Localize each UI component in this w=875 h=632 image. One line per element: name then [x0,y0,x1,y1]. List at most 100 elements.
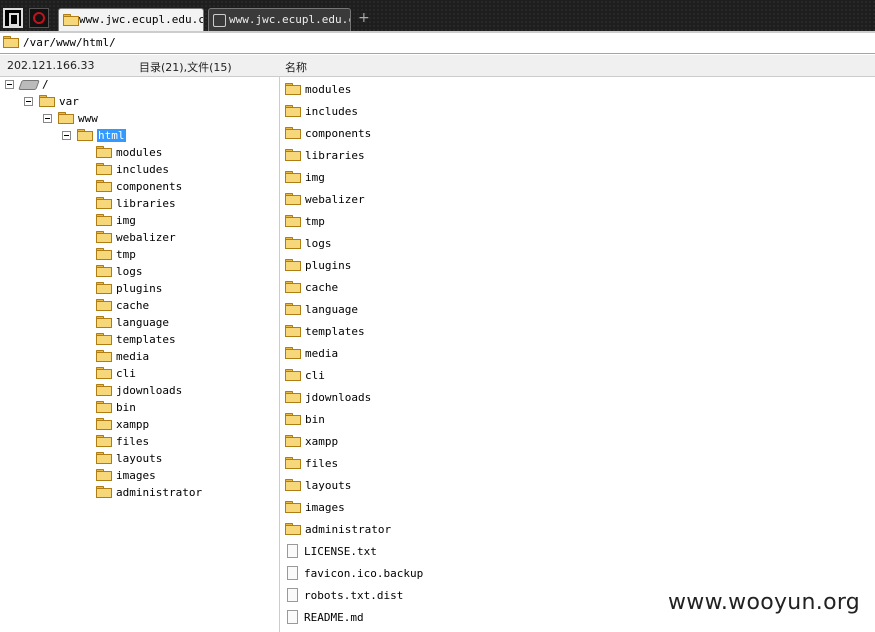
list-item-folder[interactable]: components [285,126,371,148]
tree-node-root[interactable]: / [5,77,49,94]
collapse-icon[interactable] [43,113,52,123]
address-bar[interactable]: /var/www/html/ [0,33,875,54]
folder-icon [285,237,301,249]
list-item-file[interactable]: favicon.ico.backup [285,566,423,588]
tree-node-label: bin [116,401,136,414]
tree-node-child[interactable]: xampp [96,417,149,434]
new-tab-button[interactable]: + [358,10,370,26]
list-item-folder[interactable]: language [285,302,358,324]
list-item-folder[interactable]: files [285,456,338,478]
folder-icon [96,197,112,209]
tree-node-child[interactable]: templates [96,332,176,349]
list-item-label: administrator [305,523,392,536]
list-item-label: favicon.ico.backup [304,567,424,580]
list-item-label: layouts [305,479,352,492]
list-item-file[interactable]: README.md [285,610,364,632]
folder-icon [96,418,112,430]
tree-node-child[interactable]: cache [96,298,149,315]
folder-icon [96,163,112,175]
tree-node-html[interactable]: html [62,128,126,145]
tree-node-child[interactable]: files [96,434,149,451]
list-item-label: robots.txt.dist [304,589,404,602]
tree-node-child[interactable]: bin [96,400,136,417]
tree-node-child[interactable]: components [96,179,182,196]
list-item-folder[interactable]: cache [285,280,338,302]
list-item-label: logs [305,237,332,250]
list-item-folder[interactable]: layouts [285,478,351,500]
list-item-label: README.md [304,611,364,624]
stop-button[interactable] [29,8,49,28]
list-item-label: plugins [305,259,352,272]
folder-icon [285,523,301,535]
list-item-folder[interactable]: tmp [285,214,325,236]
tree-node-child[interactable]: layouts [96,451,162,468]
collapse-icon[interactable] [5,79,14,89]
list-item-folder[interactable]: modules [285,82,351,104]
tree-node-child[interactable]: plugins [96,281,162,298]
list-item-folder[interactable]: images [285,500,345,522]
tree-node-child[interactable]: webalizer [96,230,176,247]
list-item-folder[interactable]: templates [285,324,365,346]
collapse-icon[interactable] [24,96,33,106]
tree-node-child[interactable]: modules [96,145,162,162]
list-item-file[interactable]: robots.txt.dist [285,588,403,610]
list-item-folder[interactable]: logs [285,236,332,258]
folder-icon [285,325,301,337]
list-item-folder[interactable]: administrator [285,522,391,544]
tree-node-var[interactable]: var [24,94,79,111]
list-item-label: xampp [305,435,339,448]
list-item-folder[interactable]: jdownloads [285,390,371,412]
list-item-file[interactable]: LICENSE.txt [285,544,377,566]
tab-2[interactable]: www.jwc.ecupl.edu.cn [208,8,351,31]
list-item-label: files [305,457,339,470]
tree-node-label: libraries [116,197,176,210]
tree-node-www[interactable]: www [43,111,98,128]
tree-node-child[interactable]: includes [96,162,169,179]
list-item-label: modules [305,83,352,96]
server-ip: 202.121.166.33 [7,59,95,72]
tree-node-label: includes [116,163,169,176]
list-item-folder[interactable]: webalizer [285,192,365,214]
tree-node-child[interactable]: logs [96,264,143,281]
drive-icon [18,80,40,90]
collapse-icon[interactable] [62,130,71,140]
tree-node-child[interactable]: administrator [96,485,202,502]
list-item-folder[interactable]: includes [285,104,358,126]
name-column-header[interactable]: 名称 [285,59,307,75]
list-item-label: jdownloads [305,391,372,404]
list-item-folder[interactable]: cli [285,368,325,390]
list-item-folder[interactable]: bin [285,412,325,434]
list-item-label: tmp [305,215,325,228]
list-item-folder[interactable]: img [285,170,325,192]
tree-node-child[interactable]: language [96,315,169,332]
tree-node-child[interactable]: media [96,349,149,366]
folder-icon [96,350,112,362]
tree-node-child[interactable]: images [96,468,156,485]
tree-node-child[interactable]: libraries [96,196,176,213]
file-icon [287,566,298,580]
path-input[interactable]: /var/www/html/ [23,36,116,49]
folder-icon [39,95,55,107]
tree-node-label: templates [116,333,176,346]
list-item-folder[interactable]: media [285,346,338,368]
item-count: 目录(21),文件(15) [139,61,232,74]
tree-node-child[interactable]: img [96,213,136,230]
tab-1[interactable]: www.jwc.ecupl.edu.cn [58,8,204,31]
tree-node-child[interactable]: jdownloads [96,383,182,400]
tree-node-child[interactable]: cli [96,366,136,383]
tree-node-label: cache [116,299,150,312]
app-menu-button[interactable] [3,8,23,28]
list-item-folder[interactable]: xampp [285,434,338,456]
tree-node-label: logs [116,265,143,278]
tree-node-label: components [116,180,183,193]
tree-node-label-selected: html [97,129,126,142]
folder-icon [3,36,19,48]
folder-icon [285,479,301,491]
list-item-folder[interactable]: libraries [285,148,365,170]
tree-node-child[interactable]: tmp [96,247,136,264]
folder-icon [96,146,112,158]
list-item-label: LICENSE.txt [304,545,377,558]
folder-icon [285,369,301,381]
folder-icon [96,333,112,345]
list-item-folder[interactable]: plugins [285,258,351,280]
